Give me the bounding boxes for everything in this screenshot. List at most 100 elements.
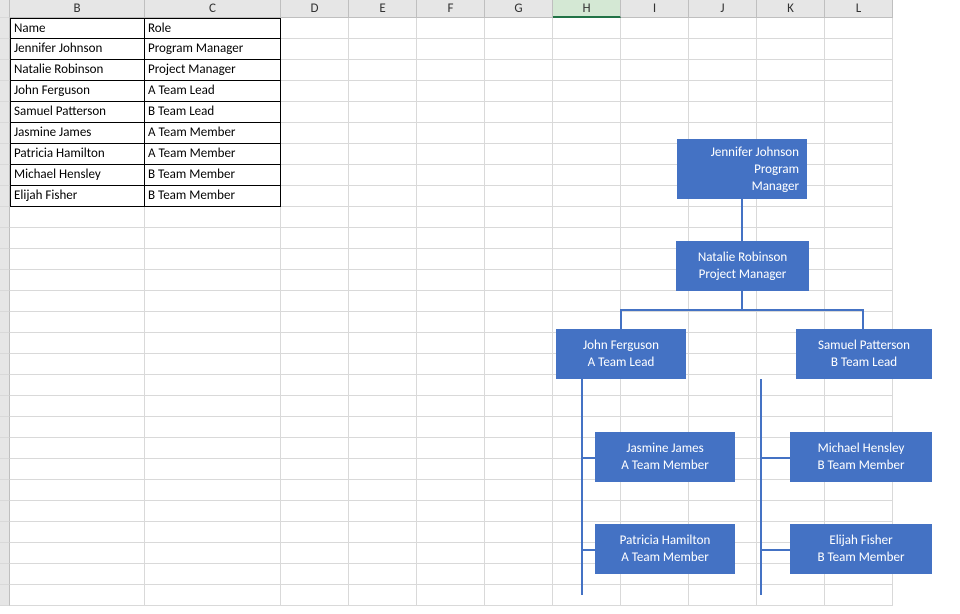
cell[interactable]	[553, 396, 621, 417]
cell[interactable]	[417, 144, 485, 165]
cell[interactable]	[825, 480, 893, 501]
cell[interactable]	[10, 417, 145, 438]
cell[interactable]	[281, 291, 349, 312]
cell[interactable]	[417, 396, 485, 417]
cell[interactable]: Program Manager	[145, 39, 281, 60]
cell[interactable]	[281, 543, 349, 564]
cell[interactable]	[10, 438, 145, 459]
cell[interactable]	[145, 207, 281, 228]
row-header[interactable]	[0, 522, 10, 543]
cell[interactable]	[349, 396, 417, 417]
cell[interactable]	[417, 291, 485, 312]
cell[interactable]: A Team Member	[145, 144, 281, 165]
cell[interactable]: B Team Lead	[145, 102, 281, 123]
cell[interactable]: B Team Member	[145, 165, 281, 186]
row-header[interactable]	[0, 60, 10, 81]
cell[interactable]	[485, 396, 553, 417]
cell[interactable]	[621, 39, 689, 60]
cell[interactable]	[417, 60, 485, 81]
cell[interactable]	[485, 354, 553, 375]
cell[interactable]	[485, 18, 553, 39]
cell[interactable]	[281, 564, 349, 585]
cell[interactable]	[417, 207, 485, 228]
cell[interactable]	[349, 480, 417, 501]
cell[interactable]	[10, 228, 145, 249]
cell[interactable]	[757, 396, 825, 417]
cell[interactable]	[10, 480, 145, 501]
cell[interactable]	[621, 207, 689, 228]
cell[interactable]	[553, 165, 621, 186]
cell[interactable]	[485, 312, 553, 333]
cell[interactable]	[281, 207, 349, 228]
cell[interactable]	[485, 522, 553, 543]
row-header[interactable]	[0, 186, 10, 207]
cell[interactable]	[485, 270, 553, 291]
cell[interactable]	[553, 291, 621, 312]
column-header-E[interactable]: E	[349, 0, 417, 18]
row-header[interactable]	[0, 312, 10, 333]
cell[interactable]	[281, 459, 349, 480]
row-header[interactable]	[0, 144, 10, 165]
cell[interactable]	[417, 480, 485, 501]
cell[interactable]	[757, 39, 825, 60]
cell[interactable]	[417, 165, 485, 186]
cell[interactable]	[281, 312, 349, 333]
cell[interactable]	[145, 585, 281, 606]
cell[interactable]	[349, 123, 417, 144]
cell[interactable]	[485, 417, 553, 438]
select-all-corner[interactable]	[0, 0, 10, 18]
cell[interactable]	[349, 564, 417, 585]
cell[interactable]	[417, 522, 485, 543]
cell[interactable]: Michael Hensley	[10, 165, 145, 186]
cell[interactable]	[10, 396, 145, 417]
cell[interactable]: Patricia Hamilton	[10, 144, 145, 165]
cell[interactable]	[349, 501, 417, 522]
cell[interactable]	[553, 144, 621, 165]
cell[interactable]	[145, 417, 281, 438]
cell[interactable]	[281, 249, 349, 270]
cell[interactable]	[281, 480, 349, 501]
cell[interactable]	[825, 81, 893, 102]
cell[interactable]	[10, 249, 145, 270]
cell[interactable]	[689, 18, 757, 39]
cell[interactable]	[553, 207, 621, 228]
cell[interactable]	[621, 102, 689, 123]
cell[interactable]	[825, 186, 893, 207]
cell[interactable]	[145, 480, 281, 501]
cell[interactable]	[281, 585, 349, 606]
row-header[interactable]	[0, 39, 10, 60]
row-header[interactable]	[0, 228, 10, 249]
cell[interactable]	[10, 207, 145, 228]
cell[interactable]	[145, 270, 281, 291]
cell[interactable]	[10, 333, 145, 354]
cell[interactable]	[825, 207, 893, 228]
cell[interactable]	[349, 102, 417, 123]
cell[interactable]: John Ferguson	[10, 81, 145, 102]
cell[interactable]: Natalie Robinson	[10, 60, 145, 81]
row-header[interactable]	[0, 102, 10, 123]
cell[interactable]	[10, 501, 145, 522]
cell[interactable]	[485, 207, 553, 228]
cell[interactable]	[485, 291, 553, 312]
cell[interactable]	[281, 228, 349, 249]
org-node-b-member-2[interactable]: Elijah Fisher B Team Member	[790, 524, 932, 574]
cell[interactable]	[281, 438, 349, 459]
row-header[interactable]	[0, 123, 10, 144]
cell[interactable]: Jasmine James	[10, 123, 145, 144]
cell[interactable]	[417, 249, 485, 270]
row-header[interactable]	[0, 501, 10, 522]
cell[interactable]	[825, 228, 893, 249]
cell[interactable]	[757, 18, 825, 39]
row-header[interactable]	[0, 375, 10, 396]
cell[interactable]	[621, 480, 689, 501]
row-header[interactable]	[0, 543, 10, 564]
cell[interactable]	[553, 18, 621, 39]
cell[interactable]	[349, 228, 417, 249]
row-header[interactable]	[0, 333, 10, 354]
cell[interactable]	[621, 81, 689, 102]
cell[interactable]	[689, 102, 757, 123]
cell[interactable]	[825, 39, 893, 60]
row-header[interactable]	[0, 165, 10, 186]
column-header-L[interactable]: L	[825, 0, 893, 18]
cell[interactable]	[281, 522, 349, 543]
